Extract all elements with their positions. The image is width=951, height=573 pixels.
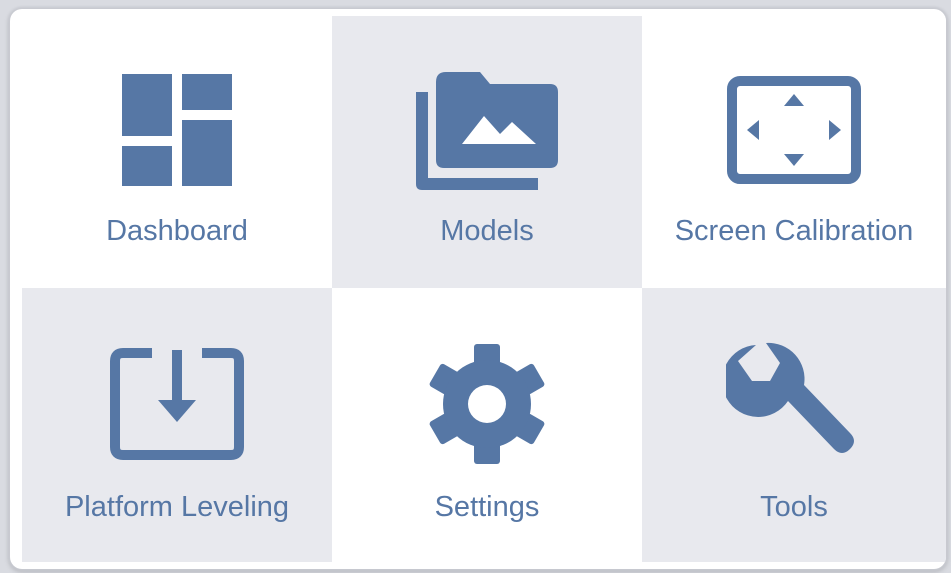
settings-label: Settings xyxy=(434,491,540,523)
screen-calibration-tile[interactable]: Screen Calibration xyxy=(642,16,946,288)
wrench-icon xyxy=(642,342,946,464)
dashboard-label: Dashboard xyxy=(106,215,248,247)
dashboard-tile[interactable]: Dashboard xyxy=(22,16,332,288)
models-label: Models xyxy=(440,215,534,247)
menu-grid: Dashboard Models Screen Calibration Plat… xyxy=(22,16,946,562)
platform-leveling-label: Platform Leveling xyxy=(64,491,290,523)
screen-calibration-label: Screen Calibration xyxy=(674,215,914,247)
main-menu-panel: Dashboard Models Screen Calibration Plat… xyxy=(10,9,946,569)
download-tray-icon xyxy=(22,344,332,464)
models-tile[interactable]: Models xyxy=(332,16,642,288)
tools-label: Tools xyxy=(760,491,828,523)
settings-tile[interactable]: Settings xyxy=(332,288,642,562)
platform-leveling-tile[interactable]: Platform Leveling xyxy=(22,288,332,562)
gear-icon xyxy=(332,344,642,464)
dashboard-icon xyxy=(22,70,332,190)
folder-images-icon xyxy=(332,70,642,190)
screen-expand-icon xyxy=(642,70,946,190)
tools-tile[interactable]: Tools xyxy=(642,288,946,562)
